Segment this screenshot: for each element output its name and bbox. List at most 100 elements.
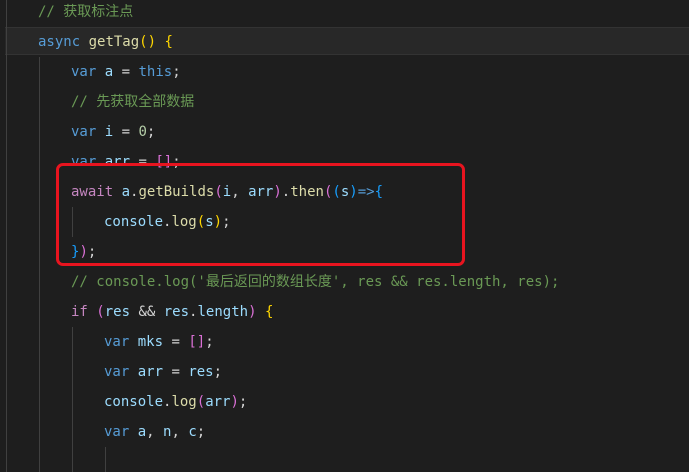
code-token: ; <box>205 334 214 350</box>
code-token: [] <box>188 334 206 350</box>
code-token: log <box>171 394 197 410</box>
code-token: a <box>137 424 147 440</box>
code-token: , <box>171 424 189 440</box>
code-token: mks <box>137 334 164 350</box>
code-token: ) <box>230 394 239 410</box>
code-line[interactable]: var mks = []; <box>104 327 214 357</box>
code-editor[interactable]: // 获取标注点 async getTag() {var a = this;// … <box>0 0 689 472</box>
code-token: = <box>113 124 139 140</box>
code-line[interactable]: async getTag() { <box>38 27 173 57</box>
code-line[interactable]: }); <box>71 237 96 267</box>
code-token: this <box>138 64 173 80</box>
code-token: ) <box>273 184 282 200</box>
indent-guide <box>72 327 73 472</box>
code-token: ( <box>332 184 341 200</box>
code-token: // console.log('最后返回的数组长度', res && res.l… <box>71 274 560 290</box>
code-token: var <box>71 124 97 140</box>
code-token: a <box>121 184 131 200</box>
code-token: = <box>130 154 156 170</box>
code-token: { <box>374 184 383 200</box>
code-line[interactable]: // console.log('最后返回的数组长度', res && res.l… <box>71 267 559 297</box>
code-token: c <box>188 424 197 440</box>
indent-guide <box>39 57 40 472</box>
code-line[interactable]: var a = this; <box>71 57 181 87</box>
code-token: // 先获取全部数据 <box>71 94 195 110</box>
code-line[interactable]: console.log(s); <box>104 207 231 237</box>
indent-guide <box>6 0 7 472</box>
code-token: [] <box>155 154 173 170</box>
code-token: . <box>281 184 291 200</box>
code-line[interactable]: // 获取标注点 <box>38 0 133 27</box>
code-token: console <box>104 214 164 230</box>
code-token: async <box>38 34 81 50</box>
code-token: length <box>197 304 249 320</box>
code-token: && <box>130 304 164 320</box>
code-token: { <box>164 34 173 50</box>
code-token: s <box>205 214 214 230</box>
code-token: ( <box>96 304 105 320</box>
code-line[interactable]: await a.getBuilds(i, arr).then((s)=>{ <box>71 177 383 207</box>
code-token: = <box>113 64 139 80</box>
code-token: s <box>340 184 350 200</box>
code-token: () <box>139 34 157 50</box>
code-token: var <box>71 154 97 170</box>
code-token: 0 <box>138 124 147 140</box>
code-token: var <box>71 64 97 80</box>
code-token: if <box>71 304 88 320</box>
code-token: ; <box>213 364 223 380</box>
code-token: = <box>163 334 189 350</box>
code-token: ) <box>248 304 257 320</box>
code-token: console <box>104 394 164 410</box>
code-token: arr <box>137 364 164 380</box>
code-token: , <box>231 184 249 200</box>
code-token: ; <box>87 244 97 260</box>
code-token: ) <box>213 214 223 230</box>
code-token: arr <box>205 394 231 410</box>
code-token: getTag <box>88 34 140 50</box>
code-token: ) <box>79 244 88 260</box>
code-token: then <box>290 184 324 200</box>
code-token: var <box>104 364 130 380</box>
code-token: res <box>163 304 190 320</box>
code-line[interactable]: var i = 0; <box>71 117 155 147</box>
code-token: res <box>104 304 131 320</box>
code-token: getBuilds <box>138 184 215 200</box>
code-token: i <box>104 124 114 140</box>
code-token: var <box>104 334 130 350</box>
code-token: ; <box>238 394 248 410</box>
code-token: = <box>163 364 189 380</box>
code-line[interactable]: // 先获取全部数据 <box>71 87 194 117</box>
code-token: ( <box>196 394 206 410</box>
indent-guide <box>105 447 106 472</box>
code-token: i <box>222 184 232 200</box>
code-token: ; <box>146 124 156 140</box>
code-line[interactable]: var a, n, c; <box>104 417 205 447</box>
code-token: ; <box>196 424 206 440</box>
code-token: ( <box>214 184 223 200</box>
code-line[interactable]: if (res && res.length) { <box>71 297 273 327</box>
code-token: res <box>188 364 214 380</box>
code-token: await <box>71 184 114 200</box>
code-token: ; <box>222 214 231 230</box>
code-token: var <box>104 424 130 440</box>
code-token: arr <box>104 154 131 170</box>
code-token: log <box>171 214 197 230</box>
code-token: // 获取标注点 <box>38 4 134 20</box>
code-line[interactable]: var arr = []; <box>71 147 181 177</box>
code-token: ; <box>172 154 181 170</box>
code-token: ) <box>349 184 358 200</box>
indent-guide <box>72 207 73 237</box>
code-token: , <box>146 424 164 440</box>
code-line[interactable]: var arr = res; <box>104 357 222 387</box>
code-token: ( <box>196 214 206 230</box>
code-line[interactable]: console.log(arr); <box>104 387 247 417</box>
